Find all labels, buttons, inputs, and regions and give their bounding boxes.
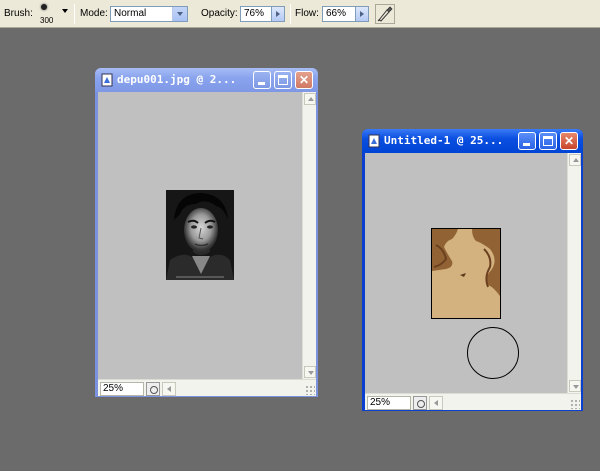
separator — [74, 4, 75, 24]
canvas-area[interactable] — [98, 92, 302, 379]
minimize-icon — [523, 143, 530, 146]
portrait-photo — [166, 190, 234, 280]
minimize-button[interactable] — [518, 132, 536, 150]
zoom-value: 25% — [103, 383, 124, 394]
scroll-left-arrow-icon[interactable] — [162, 382, 176, 396]
minimize-button[interactable] — [253, 71, 271, 89]
scroll-up-arrow-icon[interactable] — [304, 93, 316, 105]
brush-size-value: 300 — [40, 16, 54, 25]
brush-label: Brush: — [4, 8, 33, 19]
flow-value: 66% — [326, 8, 347, 19]
maximize-button[interactable] — [539, 132, 557, 150]
status-bar: 25% — [98, 379, 316, 396]
document-window-depu001[interactable]: depu001.jpg @ 2... ✕ 25% — [95, 68, 318, 397]
close-icon: ✕ — [563, 134, 575, 148]
maximize-icon — [278, 75, 288, 85]
resize-grip-icon[interactable] — [570, 399, 580, 409]
brush-dropdown-icon[interactable] — [62, 9, 68, 13]
canvas-area[interactable] — [365, 153, 567, 393]
options-bar: Brush: 300 Mode: Normal Opacity: 76% Flo… — [0, 0, 600, 28]
brush-strokes-image — [432, 229, 500, 318]
flow-field[interactable]: 66% — [322, 6, 356, 22]
window-title: depu001.jpg @ 2... — [117, 73, 237, 86]
vertical-scrollbar[interactable] — [567, 153, 581, 393]
chevron-down-icon[interactable] — [172, 7, 187, 21]
opacity-slider-button[interactable] — [271, 6, 285, 22]
status-bar: 25% — [365, 393, 581, 410]
mode-label: Mode: — [80, 8, 108, 19]
opacity-value: 76% — [244, 8, 265, 19]
scroll-left-arrow-icon[interactable] — [429, 396, 443, 410]
maximize-button[interactable] — [274, 71, 292, 89]
flow-slider-button[interactable] — [355, 6, 369, 22]
scroll-down-arrow-icon[interactable] — [304, 366, 316, 378]
zoom-menu-icon[interactable] — [146, 382, 160, 396]
zoom-field[interactable]: 25% — [100, 382, 144, 396]
opacity-field[interactable]: 76% — [240, 6, 272, 22]
scroll-down-arrow-icon[interactable] — [569, 380, 581, 392]
resize-grip-icon[interactable] — [305, 385, 315, 395]
flow-label: Flow: — [295, 8, 319, 19]
maximize-icon — [543, 136, 553, 146]
airbrush-icon[interactable] — [375, 4, 395, 24]
brush-cursor — [467, 327, 519, 379]
zoom-field[interactable]: 25% — [367, 396, 411, 410]
close-icon: ✕ — [298, 73, 310, 87]
opacity-label: Opacity: — [201, 8, 238, 19]
document-window-untitled-1[interactable]: Untitled-1 @ 25... ✕ 25% — [362, 129, 583, 411]
scroll-up-arrow-icon[interactable] — [569, 154, 581, 166]
mode-value: Normal — [114, 8, 147, 19]
zoom-menu-icon[interactable] — [413, 396, 427, 410]
document-icon — [368, 134, 380, 148]
document-icon — [101, 73, 113, 87]
minimize-icon — [258, 82, 265, 85]
window-titlebar[interactable]: depu001.jpg @ 2... ✕ — [95, 68, 318, 92]
brush-preset-picker[interactable] — [41, 4, 47, 10]
untitled-image — [431, 228, 501, 319]
vertical-scrollbar[interactable] — [302, 92, 316, 379]
separator — [290, 4, 291, 24]
close-button[interactable]: ✕ — [295, 71, 313, 89]
window-titlebar[interactable]: Untitled-1 @ 25... ✕ — [362, 129, 583, 153]
window-title: Untitled-1 @ 25... — [384, 134, 504, 147]
mode-select[interactable]: Normal — [110, 6, 188, 22]
portrait-image — [166, 190, 234, 280]
close-button[interactable]: ✕ — [560, 132, 578, 150]
zoom-value: 25% — [370, 397, 391, 408]
